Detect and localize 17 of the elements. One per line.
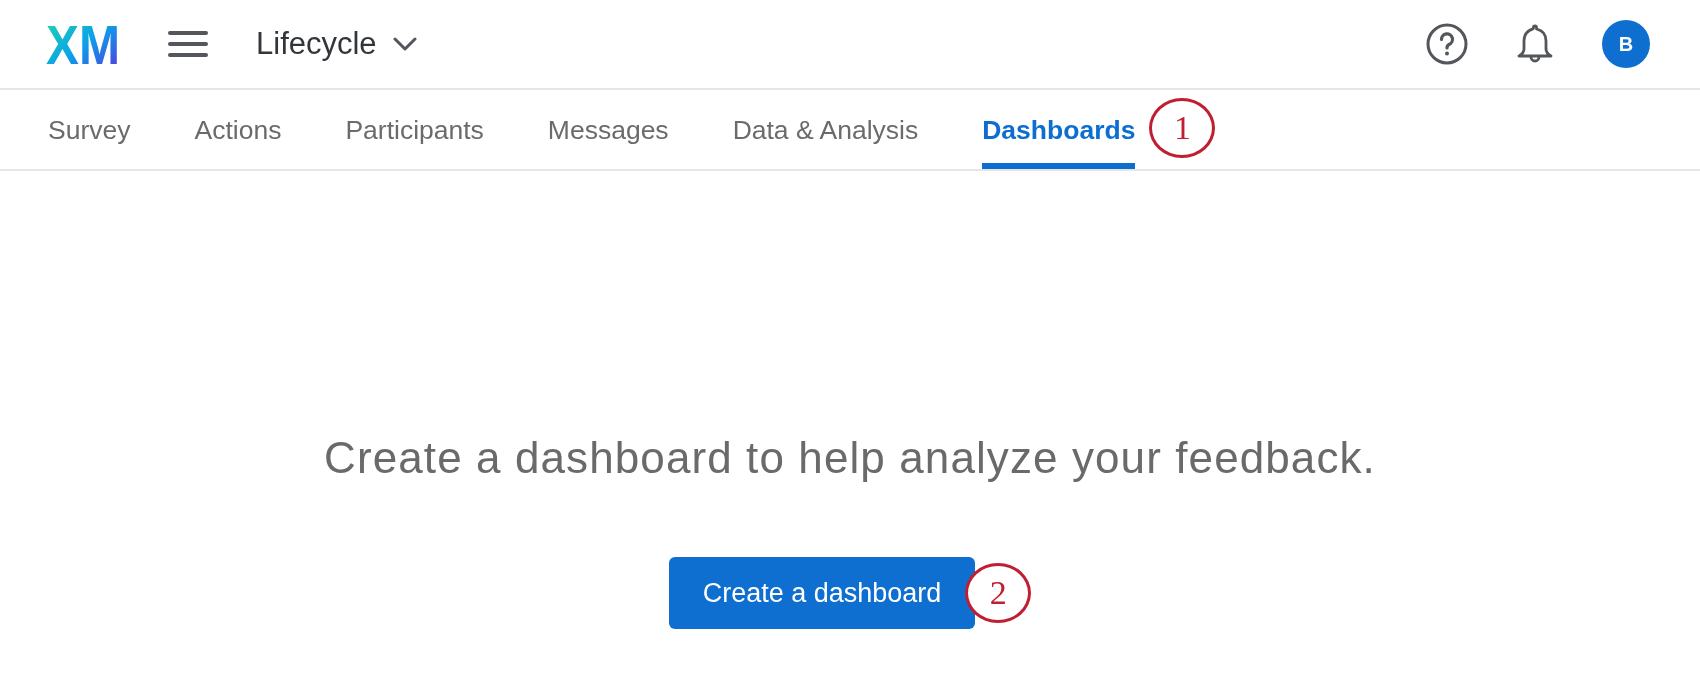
menu-icon[interactable] bbox=[168, 30, 208, 58]
annotation-marker: 1 bbox=[1149, 97, 1216, 158]
avatar[interactable]: B bbox=[1602, 20, 1650, 68]
empty-state-message: Create a dashboard to help analyze your feedback. bbox=[324, 433, 1376, 483]
tab[interactable]: Messages bbox=[547, 90, 669, 169]
help-icon[interactable] bbox=[1426, 23, 1468, 65]
logo: XM bbox=[46, 23, 120, 65]
tab[interactable]: Actions bbox=[194, 90, 282, 169]
bell-icon[interactable] bbox=[1516, 23, 1554, 65]
project-selector[interactable]: Lifecycle bbox=[256, 26, 417, 62]
create-dashboard-button[interactable]: Create a dashboard bbox=[668, 557, 976, 629]
tab[interactable]: Data & Analysis bbox=[732, 90, 919, 169]
chevron-down-icon bbox=[392, 37, 417, 51]
annotation-marker: 2 bbox=[965, 563, 1032, 623]
tab[interactable]: Participants bbox=[345, 90, 484, 169]
tab[interactable]: Survey bbox=[48, 90, 131, 169]
tab[interactable]: Dashboards bbox=[982, 90, 1136, 169]
